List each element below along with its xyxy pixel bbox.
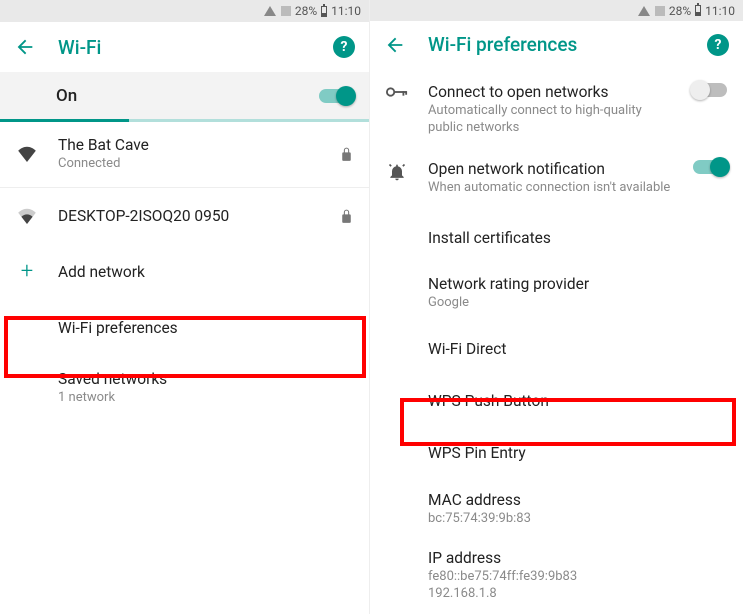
app-bar: Wi-Fi preferences ? <box>370 21 743 69</box>
wifi-ssid: The Bat Cave <box>58 136 320 154</box>
wifi-status: Connected <box>58 156 320 173</box>
status-bar: 28% 11:10 <box>0 0 369 22</box>
pref-sub: Automatically connect to high-quality pu… <box>428 103 673 137</box>
key-icon <box>386 85 408 99</box>
help-icon[interactable]: ? <box>333 36 355 58</box>
wifi-network-row[interactable]: The Bat Cave Connected <box>0 122 369 187</box>
wifi-signal-icon <box>264 6 276 16</box>
battery-icon <box>321 6 327 17</box>
pref-ip-address: IP address fe80::be75:74ff:fe39:9b83 192… <box>370 539 743 614</box>
status-bar: 28% 11:10 <box>370 0 743 21</box>
lock-icon <box>340 208 353 224</box>
help-icon[interactable]: ? <box>707 34 729 56</box>
pref-title: MAC address <box>428 491 727 509</box>
app-bar: Wi-Fi ? <box>0 22 369 72</box>
lock-icon <box>340 146 353 162</box>
screen-wifi-preferences: 28% 11:10 Wi-Fi preferences ? Connect to… <box>370 0 743 614</box>
wifi-strength-icon <box>16 146 38 162</box>
pref-connect-open-networks[interactable]: Connect to open networks Automatically c… <box>370 69 743 146</box>
wifi-master-toggle-row[interactable]: On <box>0 72 369 122</box>
pref-title: IP address <box>428 549 727 567</box>
battery-icon <box>695 5 701 16</box>
saved-networks-sub: 1 network <box>58 390 353 407</box>
sim-icon <box>281 6 291 16</box>
pref-wifi-direct[interactable]: Wi-Fi Direct <box>370 323 743 375</box>
battery-percent: 28% <box>669 4 691 18</box>
back-arrow-icon[interactable] <box>14 36 36 58</box>
wifi-strength-icon <box>16 208 38 224</box>
pref-open-network-notification[interactable]: Open network notification When automatic… <box>370 146 743 212</box>
saved-networks-row[interactable]: Saved networks 1 network <box>0 356 369 421</box>
pref-title: Install certificates <box>428 229 727 247</box>
pref-title: Wi-Fi Direct <box>428 340 727 358</box>
wifi-ssid: DESKTOP-2ISOQ20 0950 <box>58 207 320 225</box>
pref-title: WPS Push Button <box>428 392 727 410</box>
clock: 11:10 <box>331 4 361 18</box>
clock: 11:10 <box>705 4 735 18</box>
toggle-open-notification[interactable] <box>693 160 727 174</box>
pref-sub: bc:75:74:39:9b:83 <box>428 511 727 528</box>
pref-install-certificates[interactable]: Install certificates <box>370 212 743 264</box>
pref-network-rating-provider[interactable]: Network rating provider Google <box>370 264 743 323</box>
wifi-signal-icon <box>638 6 650 16</box>
sim-icon <box>655 6 665 16</box>
pref-sub: Google <box>428 295 727 312</box>
bell-icon <box>386 162 408 182</box>
page-title: Wi-Fi preferences <box>428 33 685 56</box>
wifi-network-row[interactable]: DESKTOP-2ISOQ20 0950 <box>0 188 369 244</box>
pref-mac-address: MAC address bc:75:74:39:9b:83 <box>370 479 743 538</box>
pref-wps-push-button[interactable]: WPS Push Button <box>370 375 743 427</box>
wifi-preferences-label: Wi-Fi preferences <box>58 319 353 337</box>
toggle-connect-open[interactable] <box>693 83 727 97</box>
battery-percent: 28% <box>295 4 317 18</box>
pref-title: Connect to open networks <box>428 83 673 101</box>
back-arrow-icon[interactable] <box>384 34 406 56</box>
add-network-row[interactable]: + Add network <box>0 244 369 300</box>
add-network-label: Add network <box>58 263 353 281</box>
page-title: Wi-Fi <box>58 36 311 59</box>
pref-title: Network rating provider <box>428 275 727 293</box>
screen-wifi: 28% 11:10 Wi-Fi ? On The Bat Cave Connec… <box>0 0 370 614</box>
pref-sub: fe80::be75:74ff:fe39:9b83 192.168.1.8 <box>428 569 727 603</box>
saved-networks-label: Saved networks <box>58 370 353 388</box>
pref-wps-pin-entry[interactable]: WPS Pin Entry <box>370 427 743 479</box>
pref-title: WPS Pin Entry <box>428 444 727 462</box>
pref-sub: When automatic connection isn't availabl… <box>428 180 673 197</box>
wifi-state-label: On <box>56 86 319 106</box>
pref-title: Open network notification <box>428 160 673 178</box>
wifi-master-toggle[interactable] <box>319 89 353 103</box>
plus-icon: + <box>16 261 38 283</box>
wifi-preferences-row[interactable]: Wi-Fi preferences <box>0 300 369 356</box>
